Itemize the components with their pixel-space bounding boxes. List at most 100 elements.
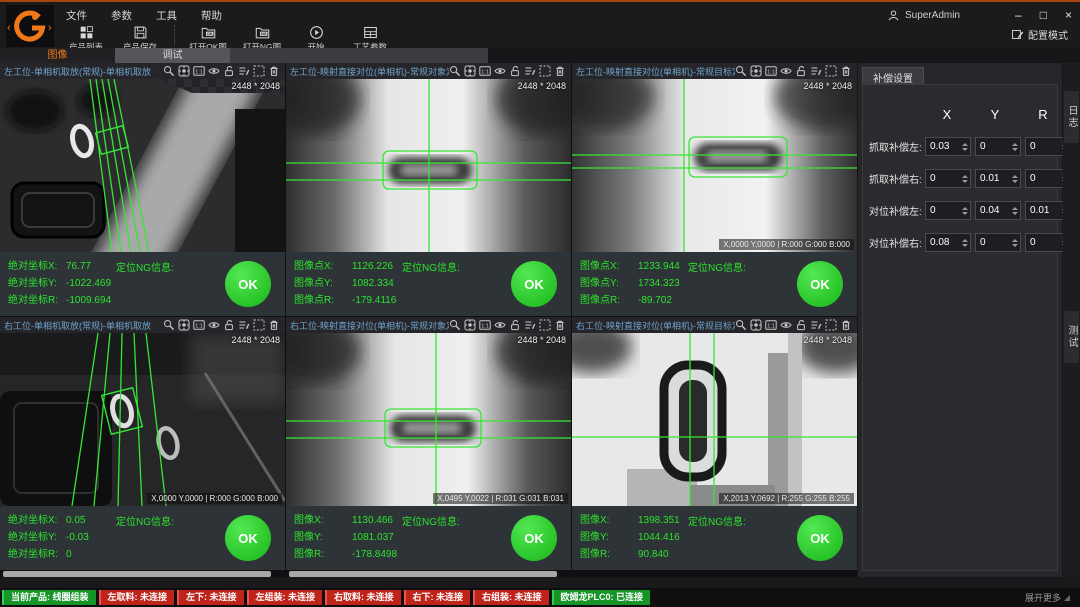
zoom-icon[interactable] <box>735 319 748 331</box>
spinner-arrows[interactable] <box>1010 171 1019 186</box>
list-icon[interactable] <box>524 65 537 77</box>
align-left-y-input[interactable] <box>976 202 1012 219</box>
user-account[interactable]: SuperAdmin <box>887 4 960 26</box>
spinner-arrows[interactable] <box>1010 203 1019 218</box>
ok-status-button[interactable]: OK <box>225 261 271 307</box>
menu-file[interactable]: 文件 <box>66 8 87 23</box>
unlock-icon[interactable] <box>509 319 522 331</box>
align-left-r-input[interactable] <box>1026 202 1062 219</box>
grab-right-y-input[interactable] <box>976 170 1012 187</box>
eye-icon[interactable] <box>780 65 793 77</box>
spinner-arrows[interactable] <box>960 139 969 154</box>
align-left-y-stepper[interactable] <box>975 201 1021 220</box>
delete-icon[interactable] <box>840 65 853 77</box>
roi-icon[interactable] <box>825 319 838 331</box>
config-mode-button[interactable]: 配置模式 <box>1011 27 1068 42</box>
grab-left-r-input[interactable] <box>1026 138 1062 155</box>
unlock-icon[interactable] <box>223 319 236 331</box>
locate-icon[interactable] <box>750 65 763 77</box>
menu-params[interactable]: 参数 <box>111 8 132 23</box>
delete-icon[interactable] <box>554 65 567 77</box>
list-icon[interactable] <box>238 65 251 77</box>
one-to-one-icon[interactable] <box>765 319 778 331</box>
tab-debug[interactable]: 调试 <box>115 48 230 63</box>
camera-image-area[interactable]: 2448 * 2048 X,0000 Y,0000 | R:000 G:000 … <box>0 333 285 506</box>
grab-left-y-stepper[interactable] <box>975 137 1021 156</box>
align-right-y-stepper[interactable] <box>975 233 1021 252</box>
one-to-one-icon[interactable] <box>479 65 492 77</box>
list-icon[interactable] <box>810 319 823 331</box>
side-tab-test[interactable]: 测试 <box>1064 311 1079 363</box>
zoom-icon[interactable] <box>449 319 462 331</box>
grab-right-x-stepper[interactable] <box>925 169 971 188</box>
grab-left-x-input[interactable] <box>926 138 962 155</box>
one-to-one-icon[interactable] <box>479 319 492 331</box>
unlock-icon[interactable] <box>795 65 808 77</box>
zoom-icon[interactable] <box>163 65 176 77</box>
ok-status-button[interactable]: OK <box>511 515 557 561</box>
maximize-button[interactable]: □ <box>1040 8 1047 22</box>
locate-icon[interactable] <box>464 319 477 331</box>
spinner-arrows[interactable] <box>1010 139 1019 154</box>
ok-status-button[interactable]: OK <box>225 515 271 561</box>
grab-right-y-stepper[interactable] <box>975 169 1021 188</box>
align-right-x-input[interactable] <box>926 234 962 251</box>
eye-icon[interactable] <box>494 319 507 331</box>
spinner-arrows[interactable] <box>1010 235 1019 250</box>
unlock-icon[interactable] <box>509 65 522 77</box>
align-right-r-input[interactable] <box>1026 234 1062 251</box>
zoom-icon[interactable] <box>163 319 176 331</box>
tab-image[interactable]: 图像 <box>0 48 115 63</box>
ok-status-button[interactable]: OK <box>797 515 843 561</box>
roi-icon[interactable] <box>539 319 552 331</box>
locate-icon[interactable] <box>178 65 191 77</box>
delete-icon[interactable] <box>554 319 567 331</box>
roi-icon[interactable] <box>253 65 266 77</box>
locate-icon[interactable] <box>464 65 477 77</box>
minimize-button[interactable]: – <box>1015 8 1022 22</box>
grab-left-y-input[interactable] <box>976 138 1012 155</box>
eye-icon[interactable] <box>494 65 507 77</box>
spinner-arrows[interactable] <box>960 171 969 186</box>
menu-help[interactable]: 帮助 <box>201 8 222 23</box>
camera-image-area[interactable]: 2448 * 2048 <box>0 79 285 252</box>
spinner-arrows[interactable] <box>960 203 969 218</box>
one-to-one-icon[interactable] <box>765 65 778 77</box>
side-tab-log[interactable]: 日志 <box>1064 91 1079 143</box>
align-right-y-input[interactable] <box>976 234 1012 251</box>
unlock-icon[interactable] <box>795 319 808 331</box>
menu-tools[interactable]: 工具 <box>156 8 177 23</box>
locate-icon[interactable] <box>750 319 763 331</box>
unlock-icon[interactable] <box>223 65 236 77</box>
grab-right-x-input[interactable] <box>926 170 962 187</box>
camera-image-area[interactable]: 2448 * 2048 X,0000 Y,0000 | R:000 G:000 … <box>572 79 857 252</box>
align-left-x-stepper[interactable] <box>925 201 971 220</box>
ok-status-button[interactable]: OK <box>511 261 557 307</box>
camera-image-area[interactable]: 2448 * 2048 X,2013 Y,0692 | R:255 G:255 … <box>572 333 857 506</box>
one-to-one-icon[interactable] <box>193 65 206 77</box>
ok-status-button[interactable]: OK <box>797 261 843 307</box>
grab-left-x-stepper[interactable] <box>925 137 971 156</box>
eye-icon[interactable] <box>780 319 793 331</box>
camera-image-area[interactable]: 2448 * 2048 X,0495 Y,0022 | R:031 G:031 … <box>286 333 571 506</box>
delete-icon[interactable] <box>840 319 853 331</box>
align-left-x-input[interactable] <box>926 202 962 219</box>
camera-image-area[interactable]: 2448 * 2048 <box>286 79 571 252</box>
eye-icon[interactable] <box>208 319 221 331</box>
align-right-x-stepper[interactable] <box>925 233 971 252</box>
spinner-arrows[interactable] <box>960 235 969 250</box>
grab-right-r-input[interactable] <box>1026 170 1062 187</box>
zoom-icon[interactable] <box>735 65 748 77</box>
roi-icon[interactable] <box>253 319 266 331</box>
close-button[interactable]: × <box>1065 8 1072 22</box>
list-icon[interactable] <box>810 65 823 77</box>
eye-icon[interactable] <box>208 65 221 77</box>
zoom-icon[interactable] <box>449 65 462 77</box>
expand-more-button[interactable]: 展开更多 <box>1025 591 1070 604</box>
roi-icon[interactable] <box>539 65 552 77</box>
list-icon[interactable] <box>524 319 537 331</box>
delete-icon[interactable] <box>268 319 281 331</box>
list-icon[interactable] <box>238 319 251 331</box>
roi-icon[interactable] <box>825 65 838 77</box>
one-to-one-icon[interactable] <box>193 319 206 331</box>
